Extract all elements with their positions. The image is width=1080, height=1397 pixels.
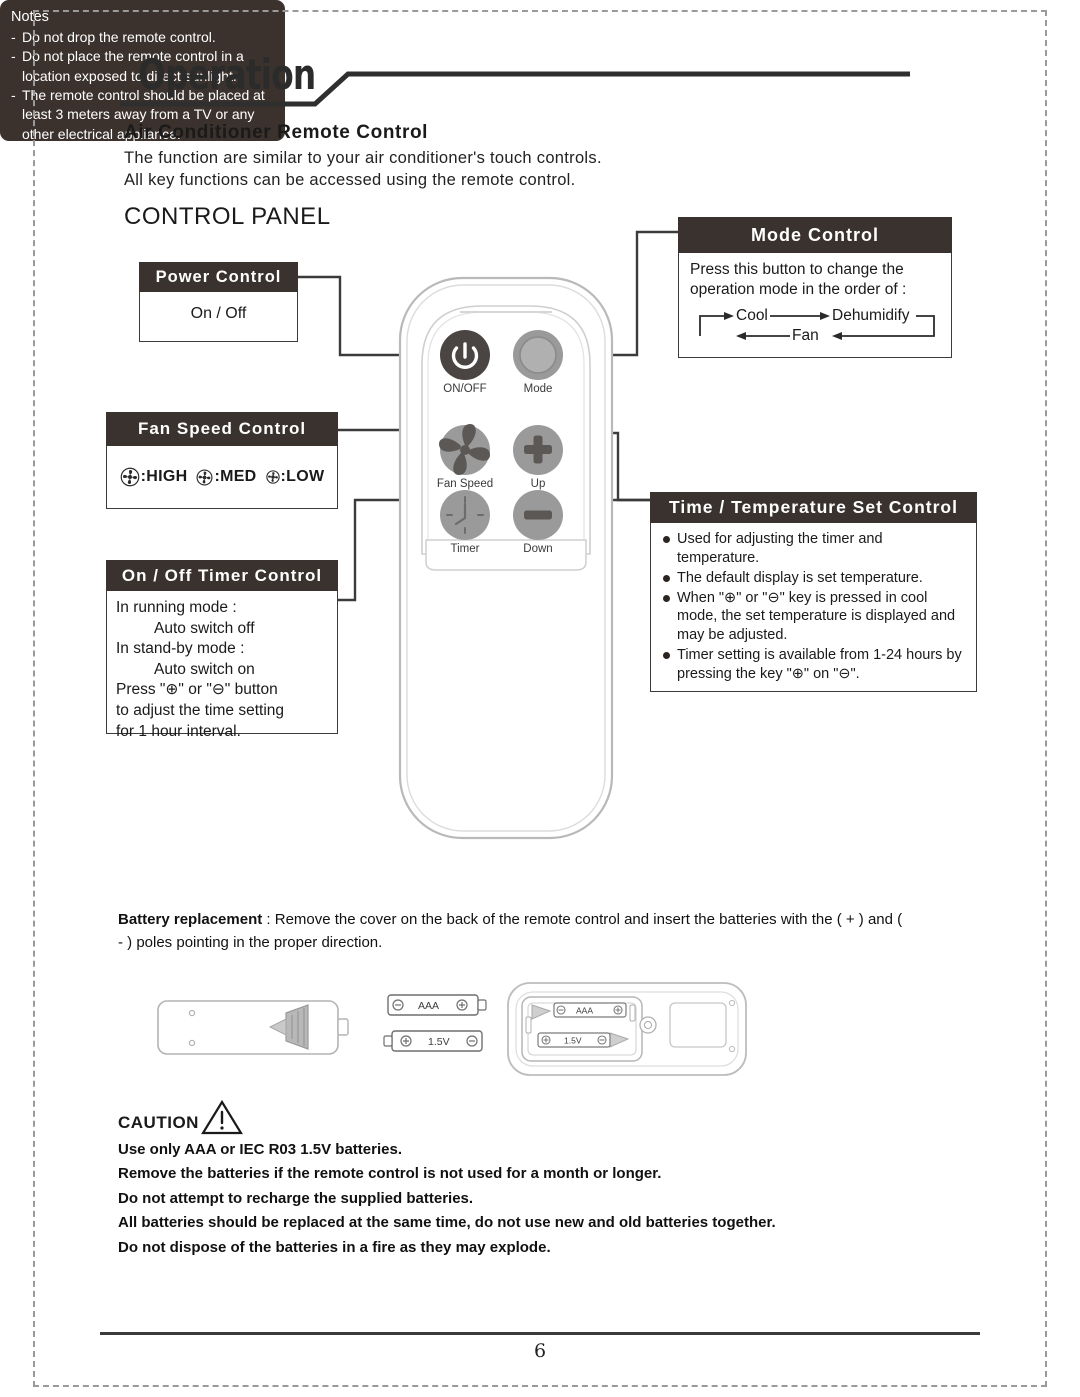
bullet-dot-icon xyxy=(663,594,670,602)
footer-rule xyxy=(100,1332,980,1335)
intro-line-1: The function are similar to your air con… xyxy=(124,149,602,167)
title-rule xyxy=(120,71,910,107)
note-dash: - xyxy=(11,48,16,65)
time-temp-bullet: When "⊕" or "⊖" key is pressed in cool m… xyxy=(659,589,968,646)
remote-label-fan-speed: Fan Speed xyxy=(437,478,493,490)
mode-cycle-diagram: Cool Dehumidify Fan xyxy=(690,302,940,350)
svg-text:1.5V: 1.5V xyxy=(564,1036,582,1046)
timer-line-5: Press "⊕" or "⊖" button xyxy=(116,681,278,699)
note-dash: - xyxy=(11,29,16,45)
bullet-dot-icon xyxy=(663,536,670,543)
fan-speed-control-title: Fan Speed Control xyxy=(106,412,338,446)
time-temp-bullet: Used for adjusting the timer and tempera… xyxy=(659,530,968,568)
control-panel-title: CONTROL PANEL xyxy=(124,203,331,230)
remote-label-up: Up xyxy=(531,478,546,490)
caution-line-4: All batteries should be replaced at the … xyxy=(118,1214,776,1232)
caution-line-3: Do not attempt to recharge the supplied … xyxy=(118,1189,474,1207)
caution-title: CAUTION xyxy=(118,1113,199,1132)
time-temp-bullet: Timer setting is available from 1-24 hou… xyxy=(659,646,968,684)
remote-label-down: Down xyxy=(523,543,552,555)
mode-cycle-cool: Cool xyxy=(734,305,770,327)
remote-control-illustration: ON/OFF Mode Fan Speed Up Timer Down xyxy=(390,272,622,844)
timer-line-6: to adjust the time setting xyxy=(116,702,285,720)
time-temp-text-1: Used for adjusting the timer and tempera… xyxy=(677,531,883,566)
fan-speed-option-high: :HIGH xyxy=(120,467,188,487)
battery-cell-top-label: AAA xyxy=(418,1000,439,1012)
note-dash: - xyxy=(11,86,16,103)
timer-line-1: In running mode : xyxy=(116,599,237,616)
timer-line-7: for 1 hour interval. xyxy=(116,722,241,740)
power-control-title: Power Control xyxy=(139,262,298,292)
mode-control-title: Mode Control xyxy=(678,217,952,253)
time-temp-text-4: Timer setting is available from 1-24 hou… xyxy=(677,647,962,682)
timer-line-3: In stand-by mode : xyxy=(116,640,245,658)
mode-cycle-dehumidify: Dehumidify xyxy=(830,305,912,327)
fan-speed-label-med: :MED xyxy=(214,468,257,485)
fan-speed-label-high: :HIGH xyxy=(140,468,188,485)
time-temp-control-title: Time / Temperature Set Control xyxy=(650,492,977,523)
battery-cell-bottom-label: 1.5V xyxy=(428,1036,450,1048)
fan-icon-med xyxy=(196,468,213,486)
timer-control-body: In running mode : Auto switch off In sta… xyxy=(106,591,338,740)
fan-speed-options: :HIGH :MED:LOW xyxy=(106,446,338,509)
mode-line-2: operation mode in the order of : xyxy=(690,281,907,299)
time-temp-control-body: Used for adjusting the timer and tempera… xyxy=(650,523,977,692)
caution-line-2: Remove the batteries if the remote contr… xyxy=(118,1165,662,1183)
callout-time-temperature-control: Time / Temperature Set Control Used for … xyxy=(650,492,977,692)
battery-cell-bottom: 1.5V xyxy=(383,1030,483,1052)
fan-speed-option-low: :LOW xyxy=(265,468,325,486)
fan-speed-option-med: :MED xyxy=(196,468,256,486)
fan-icon-low xyxy=(265,470,280,484)
fan-speed-label-low: :LOW xyxy=(280,468,325,485)
bullet-dot-icon xyxy=(663,652,670,660)
timer-control-title: On / Off Timer Control xyxy=(106,560,338,591)
callout-mode-control: Mode Control Press this button to change… xyxy=(678,217,952,358)
svg-text:AAA: AAA xyxy=(576,1006,593,1016)
manual-page: Operation Air Conditioner Remote Control… xyxy=(0,0,1080,1397)
intro-line-2: All key functions can be accessed using … xyxy=(124,171,576,189)
battery-replacement-paragraph: Battery replacement : Remove the cover o… xyxy=(118,908,908,955)
caution-line-1: Use only AAA or IEC R03 1.5V batteries. xyxy=(118,1141,402,1158)
callout-fan-speed-control: Fan Speed Control :HIGH:MED:LOW xyxy=(106,412,338,509)
warning-triangle-icon xyxy=(201,1099,243,1135)
remote-label-onoff: ON/OFF xyxy=(443,383,486,395)
power-control-body: On / Off xyxy=(139,292,298,342)
battery-cover-figure xyxy=(157,1000,349,1055)
section-heading: Air Conditioner Remote Control xyxy=(124,122,429,143)
remote-label-mode: Mode xyxy=(524,383,553,395)
caution-list: Use only AAA or IEC R03 1.5V batteries. … xyxy=(118,1138,918,1260)
callout-power-control: Power Control On / Off xyxy=(139,262,298,342)
bullet-dot-icon xyxy=(663,574,670,582)
time-temp-text-3: When "⊕" or "⊖" key is pressed in cool m… xyxy=(677,589,956,644)
fan-icon-high xyxy=(120,467,139,487)
battery-compartment-figure: AAA 1.5V xyxy=(507,982,747,1076)
mode-line-1: Press this button to change the xyxy=(690,261,904,278)
page-number: 6 xyxy=(533,1340,547,1362)
time-temp-text-2: The default display is set temperature. xyxy=(677,569,923,586)
battery-cell-top: AAA xyxy=(387,994,487,1016)
callout-timer-control: On / Off Timer Control In running mode :… xyxy=(106,560,338,740)
time-temp-bullet: The default display is set temperature. xyxy=(659,569,968,588)
battery-replacement-label: Battery replacement xyxy=(118,911,263,928)
battery-figures: AAA 1.5V AAA 1.5V xyxy=(140,975,750,1095)
mode-control-body: Press this button to change the operatio… xyxy=(678,253,952,358)
remote-label-timer: Timer xyxy=(451,543,480,555)
caution-line-5: Do not dispose of the batteries in a fir… xyxy=(118,1238,551,1256)
timer-line-2: Auto switch off xyxy=(154,619,255,637)
mode-cycle-fan: Fan xyxy=(790,325,821,347)
timer-line-4: Auto switch on xyxy=(154,660,255,678)
